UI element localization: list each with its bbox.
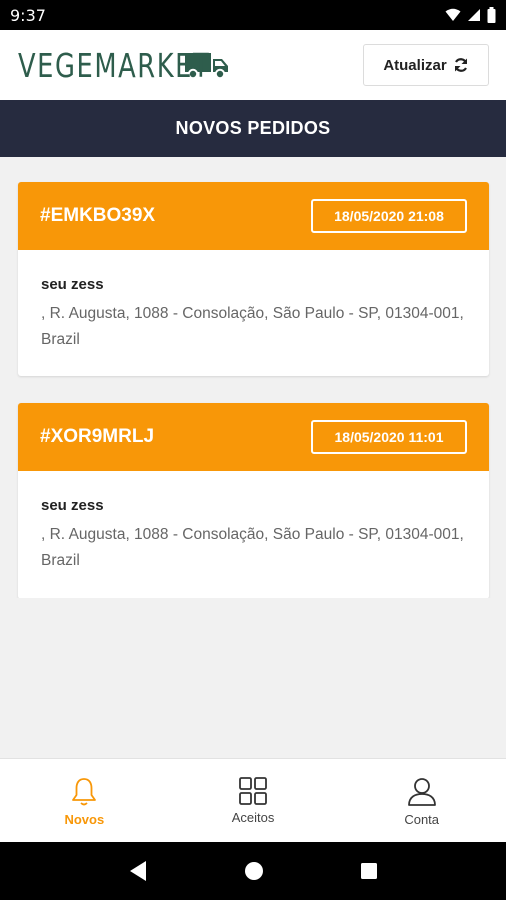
order-card-body: seu zess , R. Augusta, 1088 - Consolação… — [18, 250, 489, 353]
delivery-address: , R. Augusta, 1088 - Consolação, São Pau… — [41, 305, 464, 348]
nav-item-conta[interactable]: Conta — [337, 759, 506, 842]
customer-name: seu zess — [41, 276, 104, 293]
battery-icon — [487, 7, 496, 23]
order-card-body: seu zess , R. Augusta, 1088 - Consolação… — [18, 471, 489, 574]
order-id: #EMKBO39X — [40, 205, 156, 226]
refresh-label: Atualizar — [383, 56, 447, 74]
status-time: 9:37 — [10, 5, 46, 25]
bottom-nav: Novos Aceitos Conta — [0, 758, 506, 842]
refresh-button[interactable]: Atualizar — [363, 44, 489, 86]
home-icon[interactable] — [244, 861, 264, 881]
customer-name: seu zess — [41, 497, 104, 514]
app-header: VEGEMARKET Atualizar — [0, 30, 506, 100]
android-nav-bar — [0, 842, 506, 900]
user-icon — [407, 778, 436, 806]
nav-item-aceitos[interactable]: Aceitos — [169, 759, 338, 842]
recents-icon[interactable] — [360, 862, 378, 880]
order-card[interactable]: #EMKBO39X 18/05/2020 21:08 seu zess , R.… — [18, 182, 489, 376]
bell-icon — [72, 778, 97, 806]
nav-label: Aceitos — [231, 810, 275, 825]
page-title: NOVOS PEDIDOS — [175, 118, 331, 138]
order-card-header: #XOR9MRLJ 18/05/2020 11:01 — [18, 403, 489, 471]
brand: VEGEMARKET — [18, 46, 230, 85]
order-card[interactable]: #XOR9MRLJ 18/05/2020 11:01 seu zess , R.… — [18, 403, 489, 599]
order-date-badge: 18/05/2020 11:01 — [311, 420, 467, 454]
order-card-header: #EMKBO39X 18/05/2020 21:08 — [18, 182, 489, 250]
status-icons — [445, 7, 496, 23]
brand-logo-text: VEGEMARKET — [18, 45, 211, 85]
back-icon[interactable] — [128, 860, 148, 882]
nav-item-novos[interactable]: Novos — [0, 759, 169, 842]
order-id: #XOR9MRLJ — [40, 426, 155, 447]
signal-icon — [468, 9, 480, 21]
list-background — [0, 598, 506, 758]
page-title-bar: NOVOS PEDIDOS — [0, 100, 506, 157]
nav-label: Novos — [64, 812, 105, 827]
wifi-icon — [445, 8, 461, 21]
grid-icon — [239, 777, 267, 805]
nav-label: Conta — [404, 812, 440, 827]
refresh-icon — [454, 58, 467, 72]
order-date-badge: 18/05/2020 21:08 — [311, 199, 467, 233]
delivery-address: , R. Augusta, 1088 - Consolação, São Pau… — [41, 526, 464, 569]
status-bar: 9:37 — [0, 0, 506, 30]
